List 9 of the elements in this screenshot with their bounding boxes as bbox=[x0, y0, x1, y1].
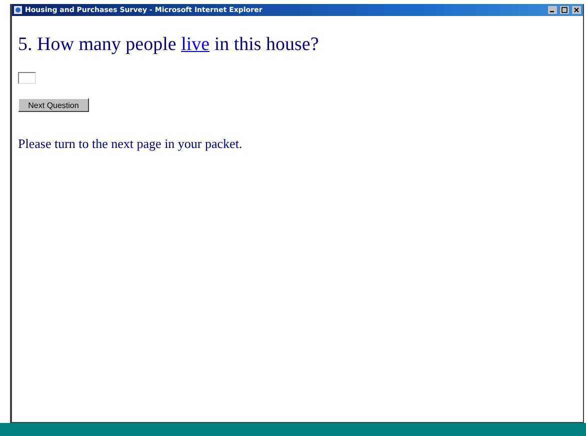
next-question-button[interactable]: Next Question bbox=[18, 98, 89, 112]
instruction-text: Please turn to the next page in your packet. bbox=[18, 136, 244, 152]
answer-field[interactable] bbox=[18, 72, 36, 84]
browser-icon bbox=[14, 6, 22, 14]
close-icon[interactable] bbox=[572, 6, 581, 14]
minimize-icon[interactable] bbox=[548, 6, 557, 14]
maximize-icon[interactable] bbox=[560, 6, 569, 14]
live-link[interactable]: live bbox=[181, 34, 210, 55]
question-text: 5. How many people live in this house? bbox=[18, 34, 320, 56]
